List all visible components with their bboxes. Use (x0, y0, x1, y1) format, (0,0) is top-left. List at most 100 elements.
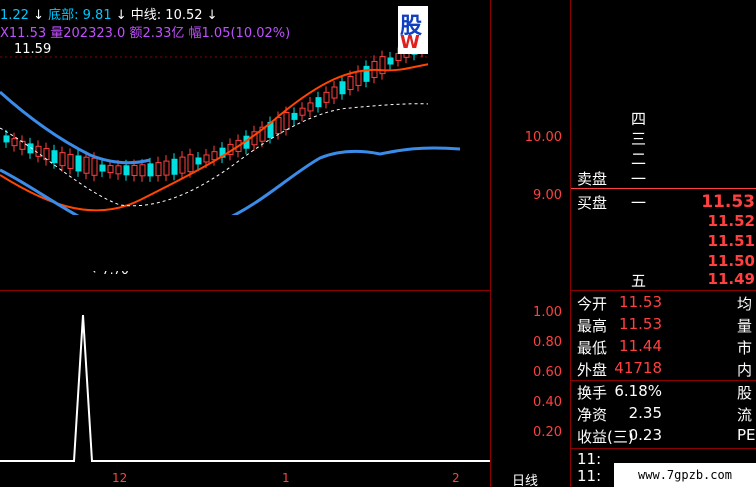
stat-value: 11.53 (619, 315, 662, 333)
candle-body (307, 102, 314, 112)
divider (571, 448, 756, 449)
divider (571, 188, 756, 189)
candle-body (59, 152, 66, 167)
candle-body (299, 107, 306, 116)
buy-row-2: 11.52 (571, 212, 756, 233)
stat-right-label: 量 (737, 317, 753, 335)
stat-row: 最低 11.44 市 (571, 337, 756, 358)
sub-y-tick: 1.00 (533, 305, 562, 320)
stat-row: 外盘 41718 内 (571, 359, 756, 380)
sell-row-4: 四 (571, 108, 756, 129)
stat-row: 今开 11.53 均 (571, 293, 756, 314)
stat-right-label: 股 (737, 384, 753, 402)
stat-value: 2.35 (628, 404, 662, 422)
stat-right-label: 流 (737, 406, 753, 424)
date-label: 12 (112, 471, 128, 485)
candle-body (179, 156, 186, 174)
buy-one-price: 11.53 (701, 192, 755, 212)
stat-label: 换手 (577, 384, 608, 402)
stat-row: 收益(三) 0.23 PE (571, 426, 756, 447)
y-tick: 10.00 (524, 130, 562, 145)
candle-body (43, 148, 50, 161)
buy-total-label: 买盘 (577, 194, 608, 212)
stat-right-label: PE (737, 426, 756, 444)
buy-price: 11.49 (707, 270, 755, 288)
candle-body (275, 117, 282, 135)
candle-body (115, 165, 122, 175)
stat-value: 11.44 (619, 337, 662, 355)
buy-price: 11.51 (707, 232, 755, 250)
quote-panel: 四 三 二 卖盘 一 买盘 一 11.53 11.52 11.51 11.50 … (570, 0, 756, 487)
buy-row-3: 11.51 (571, 232, 756, 253)
candle-body (211, 151, 218, 161)
divider (571, 290, 756, 291)
buy-row-5: 五 11.49 (571, 270, 756, 291)
sub-y-tick: 0.80 (533, 335, 562, 350)
buy-level-label: 一 (631, 194, 647, 212)
candle-body (331, 86, 338, 99)
sell-level-label: 四 (631, 110, 647, 128)
candle-body (283, 112, 290, 131)
sell-total-label: 卖盘 (577, 170, 608, 188)
buy-price: 11.52 (707, 212, 755, 230)
stat-value: 41718 (614, 359, 662, 377)
candle-body (139, 164, 146, 177)
buy-price: 11.50 (707, 252, 755, 270)
stat-label: 最高 (577, 317, 608, 335)
candle-body (395, 53, 402, 62)
stat-right-label: 均 (737, 295, 753, 313)
stat-right-label: 内 (737, 361, 753, 379)
sell-row-3: 三 (571, 128, 756, 149)
watermark: www.7gpzb.com (614, 463, 756, 487)
indicator-chart[interactable] (0, 291, 490, 471)
stat-label: 最低 (577, 339, 608, 357)
candle-body (155, 162, 162, 177)
period-selector[interactable]: 日线 (512, 470, 538, 487)
sub-y-tick: 0.60 (533, 365, 562, 380)
date-label: 1 (282, 471, 290, 485)
stat-row: 换手 6.18% 股 (571, 382, 756, 403)
candle-body (3, 135, 10, 143)
buy-row-1: 买盘 一 11.53 (571, 192, 756, 213)
stat-row: 净资 2.35 流 (571, 404, 756, 425)
stat-label: 外盘 (577, 361, 608, 379)
candle-body (67, 153, 74, 169)
sell-level-label: 三 (631, 130, 647, 148)
stat-label: 今开 (577, 295, 608, 313)
tick-time: 11: (577, 450, 602, 468)
stat-value: 11.53 (619, 293, 662, 311)
candle-body (347, 76, 354, 91)
candle-body (323, 91, 330, 103)
logo-text-2: W (400, 32, 420, 53)
candle-body (291, 112, 298, 120)
sell-level-label: 二 (631, 150, 647, 168)
stat-value: 0.23 (628, 426, 662, 444)
candle-body (187, 154, 194, 173)
candle-body (339, 81, 346, 95)
stat-label: 收益(三) (577, 428, 634, 446)
date-axis: 12 1 2 (0, 471, 490, 487)
sub-y-tick: 0.20 (533, 425, 562, 440)
tick-time: 11: (577, 467, 602, 485)
candle-body (51, 150, 58, 164)
sell-row-2: 二 (571, 148, 756, 169)
stat-label: 净资 (577, 406, 608, 424)
y-tick: 9.00 (533, 188, 562, 203)
candle-body (315, 97, 322, 108)
candle-body (203, 154, 210, 163)
candle-body (131, 164, 138, 176)
candle-body (107, 165, 114, 174)
date-label: 2 (452, 471, 460, 485)
stat-row: 最高 11.53 量 (571, 315, 756, 336)
candle-body (99, 164, 106, 172)
price-axis: 10.00 9.00 1.00 0.80 0.60 0.40 0.20 (490, 0, 570, 487)
candle-body (123, 165, 130, 176)
sub-y-tick: 0.40 (533, 395, 562, 410)
candle-body (147, 163, 154, 177)
candle-body (11, 138, 18, 147)
indicator-line (0, 314, 490, 462)
indicator-canvas (0, 314, 490, 462)
logo: 股 W (398, 6, 428, 54)
stat-right-label: 市 (737, 339, 753, 357)
sell-level-label: 一 (631, 170, 647, 188)
